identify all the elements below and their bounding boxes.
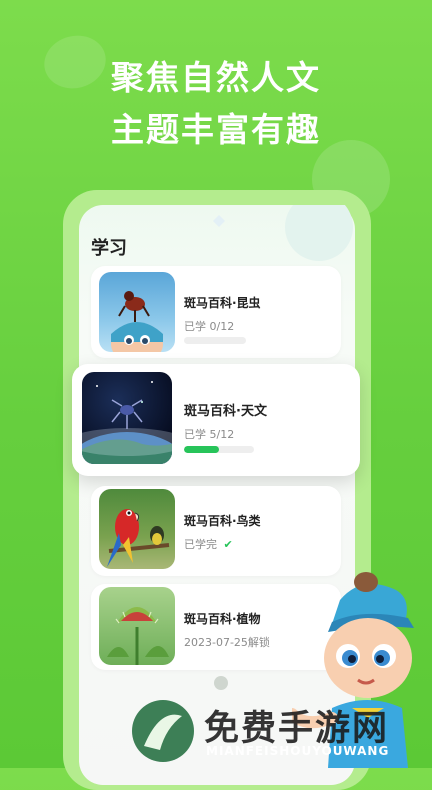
course-title: 斑马百科·昆虫 [184, 296, 261, 310]
course-title: 斑马百科·鸟类 [184, 514, 261, 528]
course-title: 斑马百科·天文 [184, 404, 267, 419]
course-progress-text: 已学 5/12 [184, 428, 235, 441]
headline: 聚焦自然人文 主题丰富有趣 [0, 52, 432, 156]
page-indicator-dot [214, 676, 228, 690]
screen-title: 学习 [91, 238, 127, 259]
watermark-en: MIANFEISHOUYOUWANG [206, 744, 390, 758]
course-progress-bar [184, 446, 254, 453]
course-progress-bar [184, 337, 246, 344]
headline-line-1: 聚焦自然人文 [111, 58, 321, 97]
watermark-logo-icon [132, 700, 194, 762]
course-progress-text: 已学完 ✔ [184, 536, 233, 552]
course-card-insects[interactable]: 斑马百科·昆虫 已学 0/12 [91, 266, 341, 358]
course-title: 斑马百科·植物 [184, 612, 261, 626]
headline-line-2: 主题丰富有趣 [111, 110, 321, 149]
flytrap-icon [99, 587, 175, 665]
earth-icon [82, 372, 172, 464]
watermark: 免费手游网 MIANFEISHOUYOUWANG [130, 696, 432, 768]
course-progress-text: 已学 0/12 [184, 320, 235, 333]
parrot-icon [99, 489, 175, 569]
course-card-astronomy[interactable]: 斑马百科·天文 已学 5/12 [72, 364, 360, 476]
check-icon: ✔ [223, 538, 233, 551]
course-status-label: 已学完 [184, 538, 217, 551]
insect-icon [99, 272, 175, 352]
course-card-birds[interactable]: 斑马百科·鸟类 已学完 ✔ [91, 486, 341, 576]
course-unlock-date: 2023-07-25解锁 [184, 636, 270, 649]
